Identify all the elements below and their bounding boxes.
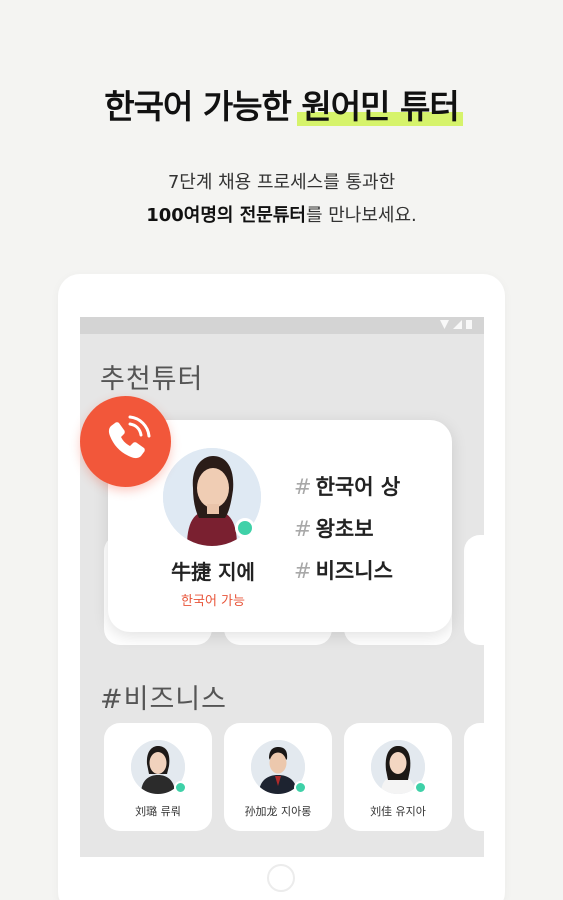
tutor-card[interactable]: 孙加龙 지아롱 xyxy=(224,723,332,831)
tag-item: # 한국어 상 xyxy=(294,475,401,499)
subtitle-line1: 7단계 채용 프로세스를 통과한 xyxy=(167,172,396,193)
call-button[interactable] xyxy=(80,396,171,487)
tutor-name: 刘佳 유지아 xyxy=(370,805,426,818)
tag-list: # 한국어 상 # 왕초보 # 비즈니스 xyxy=(294,466,400,592)
tutor-card[interactable]: 刘璐 류뤄 xyxy=(104,723,212,831)
battery-icon xyxy=(466,320,472,329)
status-bar xyxy=(80,317,484,334)
wifi-icon xyxy=(440,320,449,329)
subtitle-line2: 100여명의 전문튜터를 만나보세요. xyxy=(146,205,417,226)
online-status-dot xyxy=(414,781,427,794)
tutor-name: 刘璐 류뤄 xyxy=(135,805,181,818)
tutor-card-background[interactable] xyxy=(464,535,484,645)
language-badge: 한국어 가능 xyxy=(181,594,245,609)
tutor-name: 牛捷 지에 xyxy=(171,560,255,584)
tablet-home-button xyxy=(267,864,295,892)
section-title-business: #비즈니스 xyxy=(100,684,227,715)
tutor-card-partial[interactable] xyxy=(464,723,484,831)
headline-part1: 한국어 가능한 xyxy=(104,87,292,126)
phone-ringing-icon xyxy=(108,415,151,459)
online-status-dot xyxy=(294,781,307,794)
headline-highlight: 원어민 튜터 xyxy=(297,80,464,128)
section-title-recommended: 추천튜터 xyxy=(100,364,204,395)
headline: 한국어 가능한 원어민 튜터 xyxy=(0,80,563,128)
online-status-dot xyxy=(174,781,187,794)
online-status-dot xyxy=(235,518,255,538)
signal-icon xyxy=(453,320,462,329)
tutor-name: 孙加龙 지아롱 xyxy=(244,805,312,818)
tutor-card[interactable]: 刘佳 유지아 xyxy=(344,723,452,831)
tag-item: # 비즈니스 xyxy=(294,559,393,583)
tag-item: # 왕초보 xyxy=(294,517,374,541)
